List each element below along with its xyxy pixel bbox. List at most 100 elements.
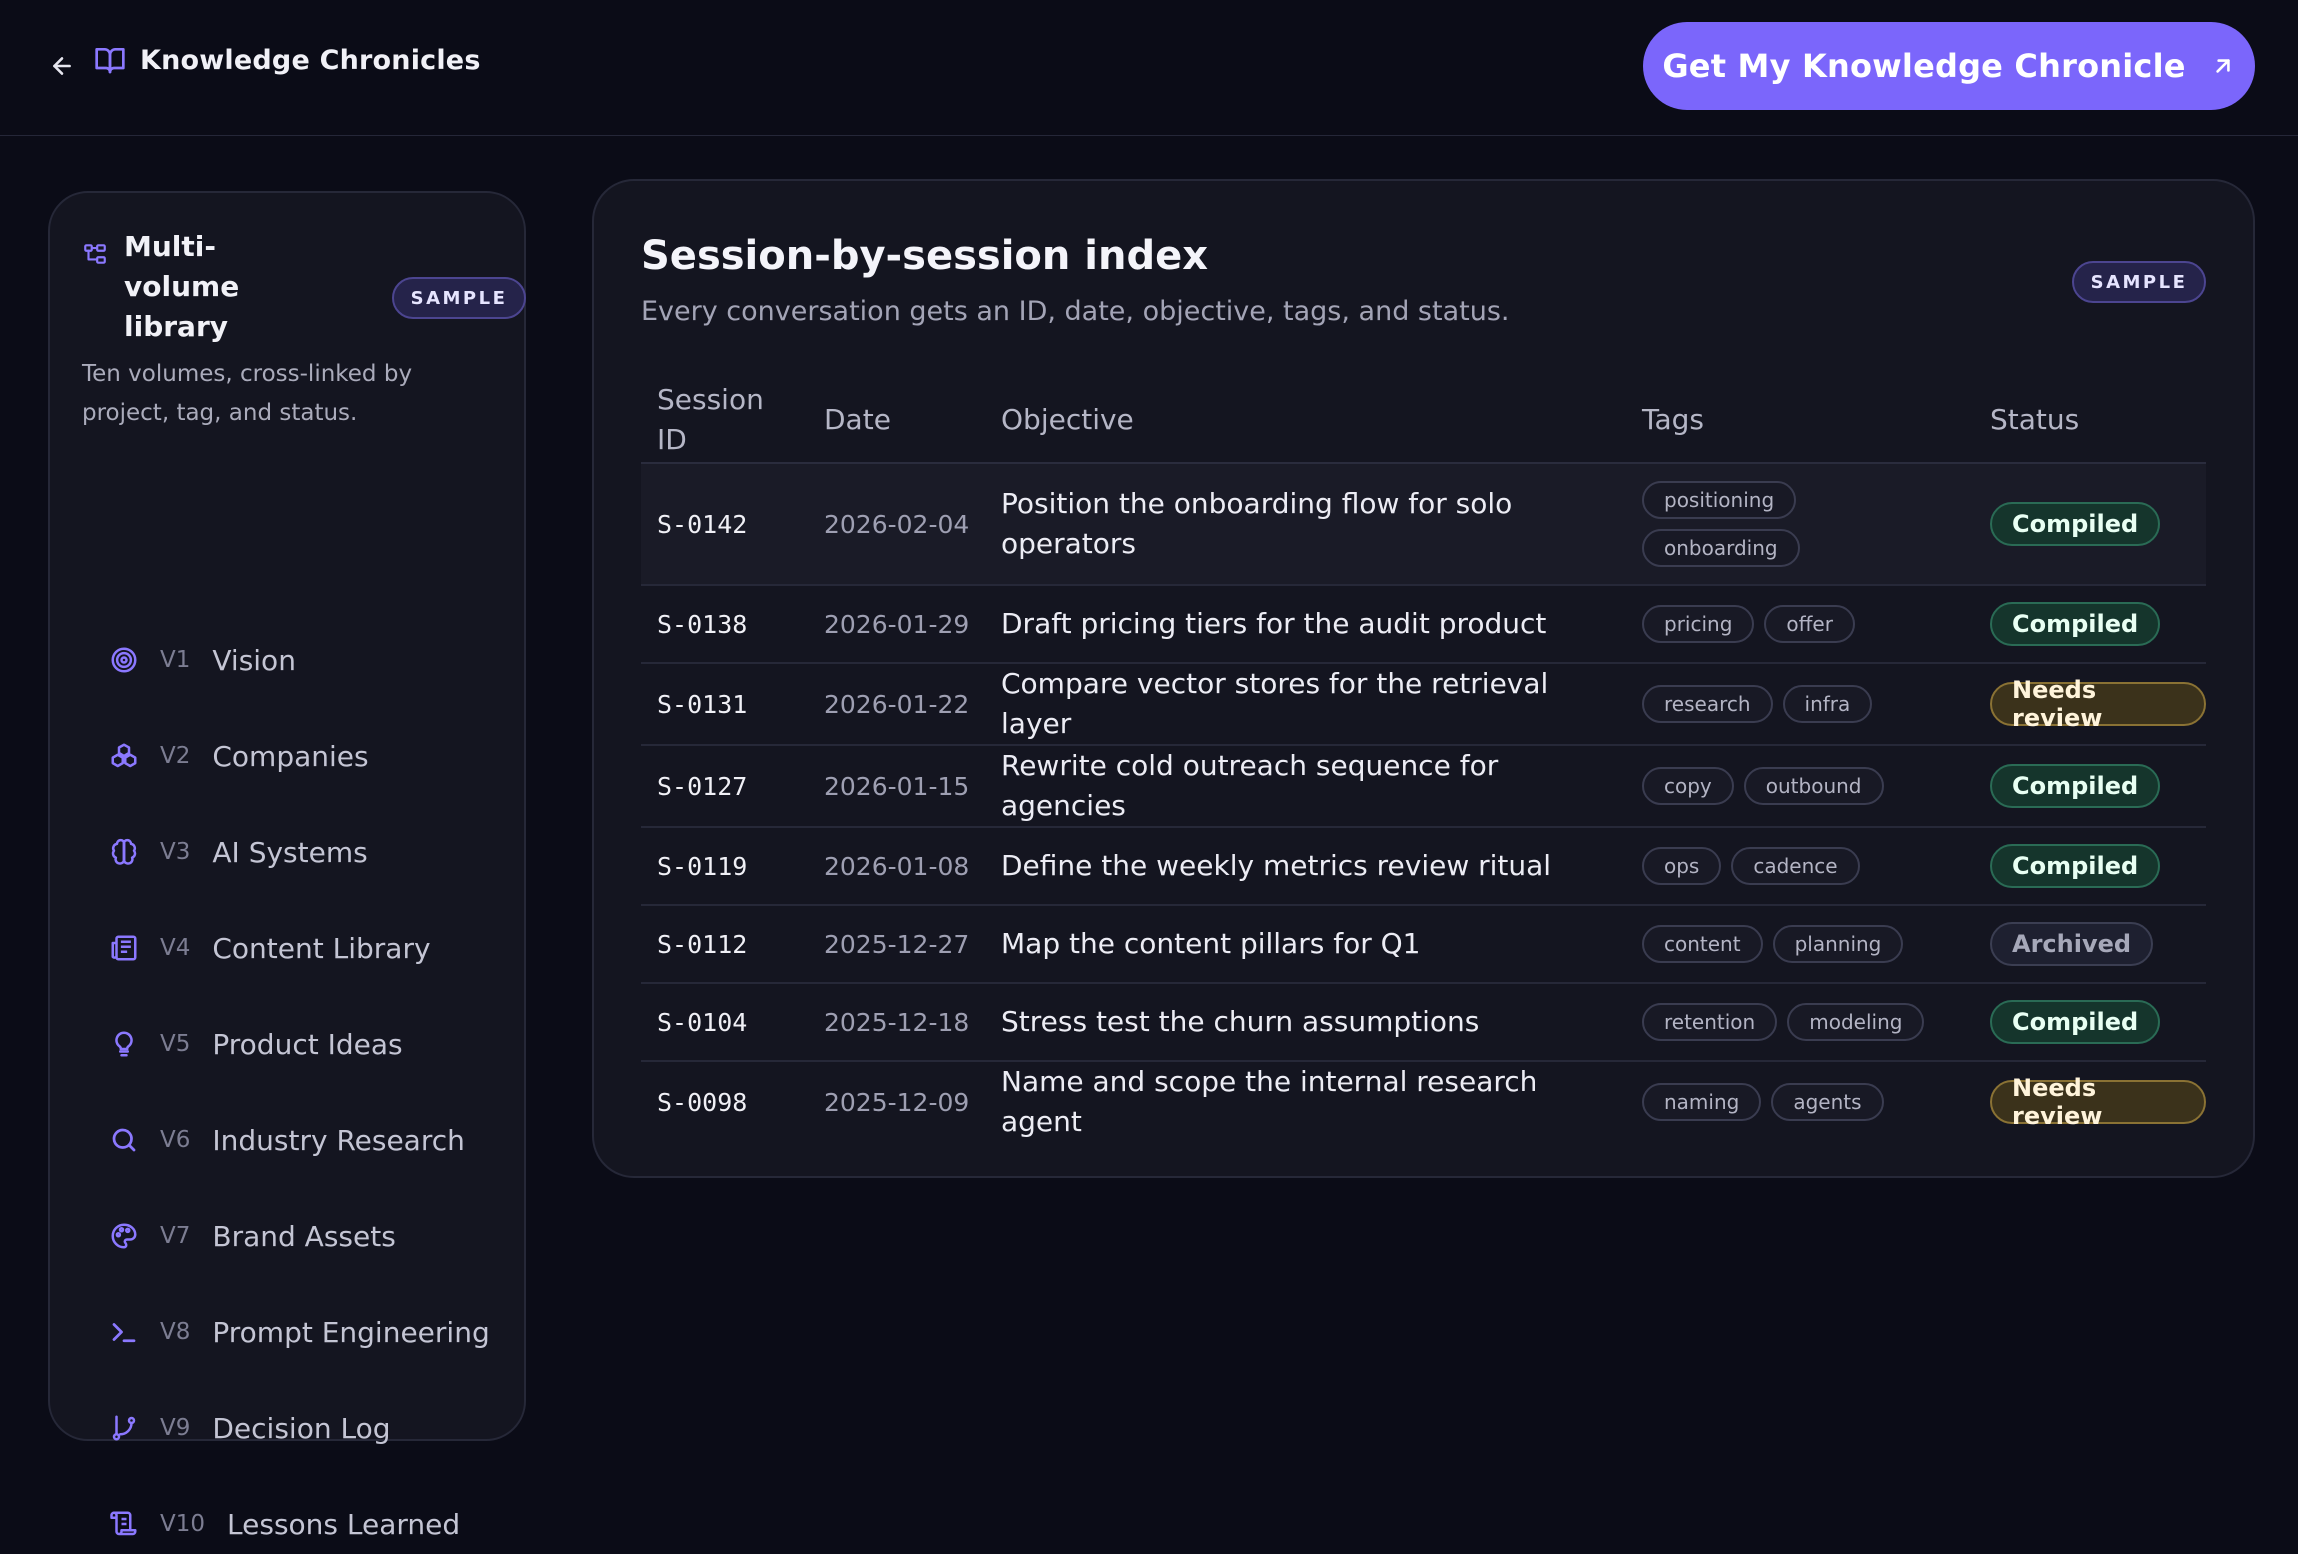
table-row[interactable]: S-0131 2026-01-22 Compare vector stores …	[641, 663, 2206, 746]
status-badge: Compiled	[1990, 502, 2161, 546]
volume-item-brand-assets[interactable]: V7 Brand Assets	[106, 1206, 506, 1266]
sidebar-title: Multi-volume library	[124, 230, 240, 343]
volume-code: V3	[160, 839, 191, 865]
status-badge: Compiled	[1990, 764, 2161, 808]
tag[interactable]: copy	[1642, 767, 1734, 805]
volume-name: Prompt Engineering	[212, 1315, 490, 1349]
session-id: S-0112	[641, 905, 808, 984]
session-objective: Stress test the churn assumptions	[985, 983, 1626, 1062]
session-status: Compiled	[1974, 983, 2206, 1062]
session-date: 2026-02-04	[808, 463, 985, 586]
volume-item-product-ideas[interactable]: V5 Product Ideas	[106, 1014, 506, 1074]
table-row[interactable]: S-0142 2026-02-04 Position the onboardin…	[641, 463, 2206, 586]
session-id: S-0119	[641, 827, 808, 906]
tag[interactable]: cadence	[1731, 847, 1860, 885]
volume-item-vision[interactable]: V1 Vision	[106, 630, 506, 690]
session-date: 2026-01-08	[808, 827, 985, 906]
session-objective: Map the content pillars for Q1	[985, 905, 1626, 984]
column-header-status[interactable]: Status	[1974, 377, 2206, 464]
volume-item-lessons-learned[interactable]: V10 Lessons Learned	[106, 1494, 506, 1554]
tag[interactable]: infra	[1782, 685, 1873, 723]
session-date: 2025-12-27	[808, 905, 985, 984]
sample-badge: SAMPLE	[392, 277, 526, 319]
table-row[interactable]: S-0119 2026-01-08 Define the weekly metr…	[641, 827, 2206, 906]
sample-badge: SAMPLE	[2072, 261, 2206, 303]
tag[interactable]: modeling	[1787, 1003, 1925, 1041]
session-tags: research infra	[1626, 663, 1974, 746]
session-id: S-0131	[641, 663, 808, 746]
panel-title: Session-by-session index	[641, 233, 1209, 279]
tag[interactable]: positioning	[1642, 481, 1797, 519]
session-id: S-0142	[641, 463, 808, 586]
git-branch-icon	[112, 1415, 136, 1441]
table-row[interactable]: S-0138 2026-01-29 Draft pricing tiers fo…	[641, 585, 2206, 664]
tag[interactable]: naming	[1642, 1083, 1762, 1121]
table-row[interactable]: S-0112 2025-12-27 Map the content pillar…	[641, 905, 2206, 984]
tag[interactable]: content	[1642, 925, 1763, 963]
volume-name: Brand Assets	[212, 1219, 396, 1253]
status-badge: Compiled	[1990, 602, 2161, 646]
tag[interactable]: research	[1642, 685, 1773, 723]
session-objective: Position the onboarding flow for solo op…	[985, 463, 1626, 586]
column-header-id[interactable]: Session ID	[641, 377, 808, 464]
session-date: 2026-01-22	[808, 663, 985, 746]
session-status: Needs review	[1974, 663, 2206, 746]
newspaper-icon	[111, 935, 137, 961]
session-objective: Name and scope the internal research age…	[1001, 1065, 1538, 1138]
session-id: S-0127	[641, 745, 808, 828]
session-status: Archived	[1974, 905, 2206, 984]
status-badge: Compiled	[1990, 1000, 2161, 1044]
cta-label: Get My Knowledge Chronicle	[1662, 47, 2186, 85]
app-title: Knowledge Chronicles	[140, 44, 481, 76]
volume-code: V2	[160, 743, 191, 769]
volume-item-industry-research[interactable]: V6 Industry Research	[106, 1110, 506, 1170]
tag[interactable]: onboarding	[1642, 529, 1800, 567]
tag[interactable]: offer	[1764, 605, 1855, 643]
brain-icon	[111, 838, 137, 865]
tag[interactable]: agents	[1771, 1083, 1884, 1121]
session-status: Compiled	[1974, 585, 2206, 664]
scroll-icon	[110, 1511, 137, 1536]
tag[interactable]: ops	[1642, 847, 1722, 885]
volume-code: V10	[160, 1511, 206, 1537]
table-row[interactable]: S-0127 2026-01-15 Rewrite cold outreach …	[641, 745, 2206, 828]
volume-name: Industry Research	[212, 1123, 465, 1157]
brand[interactable]: Knowledge Chronicles	[94, 44, 481, 76]
session-tags: ops cadence	[1626, 827, 1974, 906]
arrow-up-right-icon	[2215, 59, 2230, 73]
volume-code: V9	[160, 1415, 191, 1441]
session-tags: naming agents	[1626, 1061, 1974, 1142]
boxes-icon	[111, 743, 137, 768]
session-id: S-0138	[641, 585, 808, 664]
session-date: 2025-12-18	[808, 983, 985, 1062]
table-row[interactable]: S-0098 2025-12-09 Name and scope the int…	[641, 1061, 2206, 1142]
get-chronicle-button[interactable]: Get My Knowledge Chronicle	[1643, 22, 2255, 110]
tag[interactable]: pricing	[1642, 605, 1755, 643]
volume-code: V6	[160, 1127, 191, 1153]
column-header-objective[interactable]: Objective	[985, 377, 1626, 464]
search-icon	[112, 1128, 136, 1152]
session-tags: positioning onboarding	[1626, 463, 1974, 586]
tag[interactable]: outbound	[1743, 767, 1884, 805]
volume-name: Vision	[212, 643, 296, 677]
volume-item-content-library[interactable]: V4 Content Library	[106, 918, 506, 978]
status-badge: Needs review	[1990, 676, 2206, 732]
session-status: Compiled	[1974, 827, 2206, 906]
back-button[interactable]	[46, 50, 78, 82]
session-objective: Compare vector stores for the retrieval …	[985, 663, 1626, 746]
volume-item-decision-log[interactable]: V9 Decision Log	[106, 1398, 506, 1458]
session-id: S-0098	[657, 1087, 748, 1117]
volume-item-ai-systems[interactable]: V3 AI Systems	[106, 822, 506, 882]
column-header-date[interactable]: Date	[808, 377, 985, 464]
volume-name: Decision Log	[212, 1411, 391, 1445]
volume-item-companies[interactable]: V2 Companies	[106, 726, 506, 786]
tag[interactable]: planning	[1772, 925, 1904, 963]
session-tags: pricing offer	[1626, 585, 1974, 664]
column-header-tags[interactable]: Tags	[1626, 377, 1974, 464]
volume-item-prompt-engineering[interactable]: V8 Prompt Engineering	[106, 1302, 506, 1362]
table-row[interactable]: S-0104 2025-12-18 Stress test the churn …	[641, 983, 2206, 1062]
session-date: 2025-12-09	[824, 1087, 970, 1117]
tag[interactable]: retention	[1642, 1003, 1778, 1041]
session-tags: copy outbound	[1626, 745, 1974, 828]
session-status: Compiled	[1974, 463, 2206, 586]
